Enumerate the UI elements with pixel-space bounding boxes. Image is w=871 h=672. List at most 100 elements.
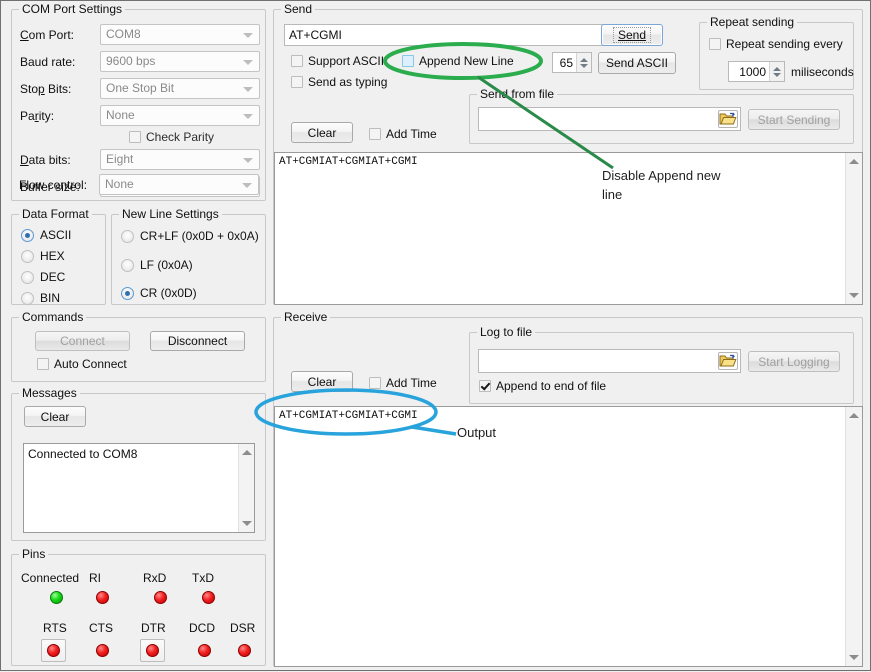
send-as-typing-checkbox[interactable]: Send as typing <box>291 75 387 89</box>
chevron-down-icon <box>242 183 252 188</box>
send-button[interactable]: Send <box>601 24 663 46</box>
data-format-group: Data Format ASCII HEX DEC BIN <box>11 214 106 305</box>
start-logging-button[interactable]: Start Logging <box>748 351 840 372</box>
baud-rate-select[interactable]: 9600 bps <box>100 51 260 72</box>
scroll-up-icon[interactable] <box>849 159 859 164</box>
send-terminal-text: AT+CGMIAT+CGMIAT+CGMI <box>279 156 418 168</box>
pin-rxd-led <box>154 591 167 604</box>
checkbox-box <box>291 55 303 67</box>
chevron-down-icon <box>243 87 253 92</box>
stop-bits-select[interactable]: One Stop Bit <box>100 78 260 99</box>
radio-hex[interactable]: HEX <box>21 249 65 263</box>
messages-log[interactable]: Connected to COM8 <box>23 443 255 533</box>
pin-dcd-label: DCD <box>189 621 215 635</box>
messages-clear-button[interactable]: Clear <box>24 406 86 427</box>
spinner-up-icon[interactable] <box>773 67 781 71</box>
start-sending-button[interactable]: Start Sending <box>748 109 840 130</box>
baud-rate-value: 9600 bps <box>106 54 155 68</box>
repeat-unit-label: miliseconds <box>791 65 854 79</box>
send-button-label: Send <box>613 27 651 43</box>
radio-dec[interactable]: DEC <box>21 270 65 284</box>
parity-select[interactable]: None <box>100 105 260 126</box>
send-ascii-button[interactable]: Send ASCII <box>598 52 676 74</box>
new-line-settings-legend: New Line Settings <box>119 207 222 221</box>
check-parity-checkbox[interactable]: Check Parity <box>129 130 214 144</box>
repeat-interval-spinner[interactable]: 1000 <box>728 61 785 82</box>
log-file-path-input[interactable] <box>478 349 741 373</box>
pin-connected-led <box>50 591 63 604</box>
messages-legend: Messages <box>19 386 80 400</box>
auto-connect-checkbox[interactable]: Auto Connect <box>37 357 127 371</box>
send-legend: Send <box>281 2 315 16</box>
pin-rts-led <box>47 644 60 657</box>
radio-ascii[interactable]: ASCII <box>21 228 71 242</box>
pin-dtr-led <box>146 644 159 657</box>
send-as-typing-label: Send as typing <box>308 75 387 89</box>
com-port-select[interactable]: COM8 <box>100 24 260 45</box>
send-browse-button[interactable] <box>718 110 738 128</box>
radio-bin[interactable]: BIN <box>21 291 60 305</box>
radio-lf-label: LF (0x0A) <box>140 258 193 272</box>
checkbox-box <box>129 131 141 143</box>
disconnect-button[interactable]: Disconnect <box>150 331 245 351</box>
messages-scrollbar[interactable] <box>238 444 254 532</box>
append-to-end-of-file-checkbox[interactable]: Append to end of file <box>479 379 606 393</box>
new-line-settings-group: New Line Settings CR+LF (0x0D + 0x0A) LF… <box>111 214 266 305</box>
radio-dot <box>121 259 134 272</box>
radio-dot <box>121 287 134 300</box>
log-browse-button[interactable] <box>718 352 738 370</box>
baud-rate-label: Baud rate: <box>20 55 75 69</box>
radio-dot <box>21 292 34 305</box>
log-to-file-legend: Log to file <box>477 325 535 339</box>
scroll-down-icon[interactable] <box>849 293 859 298</box>
send-group: Send AT+CGMI Send Support ASCII Append N… <box>273 9 863 305</box>
scroll-up-icon[interactable] <box>242 450 252 455</box>
send-file-path-input[interactable] <box>478 107 741 131</box>
spinner-arrows[interactable] <box>576 53 591 72</box>
send-add-time-checkbox[interactable]: Add Time <box>369 127 437 141</box>
pin-rts-label: RTS <box>43 621 67 635</box>
data-bits-select[interactable]: Eight <box>100 149 260 170</box>
data-bits-value: Eight <box>106 152 133 166</box>
receive-terminal[interactable]: AT+CGMIAT+CGMIAT+CGMI <box>274 406 863 667</box>
radio-ascii-label: ASCII <box>40 228 71 242</box>
send-terminal-scrollbar[interactable] <box>845 153 862 304</box>
receive-terminal-scrollbar[interactable] <box>845 407 862 666</box>
spinner-up-icon[interactable] <box>580 58 588 62</box>
start-sending-label: Start Sending <box>758 113 831 127</box>
commands-group: Commands Connect Disconnect Auto Connect <box>11 317 266 382</box>
radio-crlf[interactable]: CR+LF (0x0D + 0x0A) <box>121 229 259 243</box>
spinner-arrows[interactable] <box>769 62 784 81</box>
scroll-down-icon[interactable] <box>849 655 859 660</box>
repeat-sending-checkbox[interactable]: Repeat sending every <box>709 37 843 51</box>
radio-lf[interactable]: LF (0x0A) <box>121 258 193 272</box>
spinner-down-icon[interactable] <box>580 64 588 68</box>
scroll-down-icon[interactable] <box>242 521 252 526</box>
pin-dsr-label: DSR <box>230 621 255 635</box>
radio-dot <box>21 271 34 284</box>
radio-crlf-label: CR+LF (0x0D + 0x0A) <box>140 229 259 243</box>
append-new-line-checkbox[interactable]: Append New Line <box>402 54 514 68</box>
connect-button[interactable]: Connect <box>35 331 130 351</box>
scroll-up-icon[interactable] <box>849 413 859 418</box>
checkbox-box <box>479 380 491 392</box>
pin-cts-label: CTS <box>89 621 113 635</box>
radio-cr[interactable]: CR (0x0D) <box>121 286 197 300</box>
support-ascii-checkbox[interactable]: Support ASCII <box>291 54 384 68</box>
pin-cts-led <box>96 644 109 657</box>
ascii-code-spinner[interactable]: 65 <box>552 52 592 73</box>
spinner-down-icon[interactable] <box>773 73 781 77</box>
flow-control-select[interactable]: None <box>99 174 259 195</box>
com-port-settings-group: COM Port Settings Com Port: COM8 Baud ra… <box>11 9 266 201</box>
send-terminal[interactable]: AT+CGMIAT+CGMIAT+CGMI <box>274 152 863 305</box>
annotation-text-green: Disable Append new line <box>602 166 772 204</box>
chevron-down-icon <box>243 60 253 65</box>
checkbox-box <box>291 76 303 88</box>
radio-dot <box>121 230 134 243</box>
repeat-sending-legend: Repeat sending <box>707 15 797 29</box>
send-clear-button[interactable]: Clear <box>291 122 353 143</box>
receive-clear-button[interactable]: Clear <box>291 371 353 392</box>
receive-add-time-checkbox[interactable]: Add Time <box>369 376 437 390</box>
send-command-input[interactable]: AT+CGMI <box>284 24 604 46</box>
connect-button-label: Connect <box>60 334 105 348</box>
